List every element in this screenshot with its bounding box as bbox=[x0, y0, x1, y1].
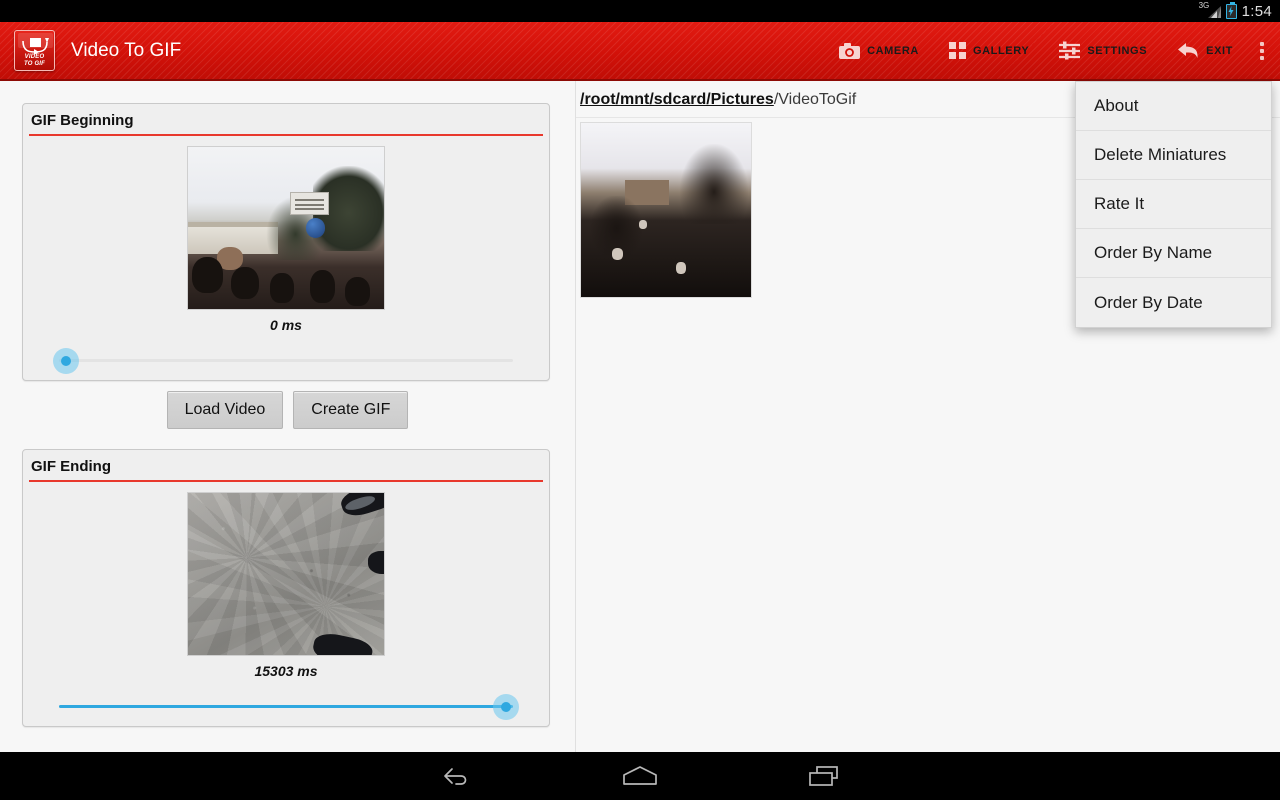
signal-bars-glyph bbox=[1207, 6, 1221, 18]
logo-text: VIDEO TO GIF bbox=[15, 54, 54, 68]
menu-item-delete-miniatures[interactable]: Delete Miniatures bbox=[1076, 131, 1271, 180]
tree-shape bbox=[591, 196, 643, 256]
gif-beginning-title: GIF Beginning bbox=[31, 112, 134, 129]
app-screen: 3G 1:54 VIDEO TO GIF Video To GIF CAMERA… bbox=[0, 0, 1280, 800]
overflow-dot bbox=[1260, 48, 1264, 53]
logo-line-2: TO GIF bbox=[23, 61, 46, 67]
crowd-thumbnail-image bbox=[581, 123, 751, 297]
action-exit-label: EXIT bbox=[1206, 44, 1233, 57]
camera-icon bbox=[839, 42, 861, 59]
slider-fill bbox=[59, 705, 513, 708]
status-clock: 1:54 bbox=[1241, 2, 1272, 20]
logo-line-1: VIDEO bbox=[24, 54, 45, 60]
battery-charging-icon bbox=[1225, 1, 1237, 19]
person-head bbox=[231, 266, 259, 300]
signal-bars-icon: 3G bbox=[1199, 2, 1221, 19]
person-head bbox=[309, 270, 335, 303]
gif-beginning-thumb-wrap bbox=[23, 146, 549, 310]
gif-ending-card: GIF Ending 15303 ms bbox=[22, 449, 550, 727]
tree-shape bbox=[679, 143, 748, 224]
create-gif-button[interactable]: Create GIF bbox=[293, 391, 409, 429]
shoe-shape bbox=[311, 629, 375, 655]
gif-ending-time: 15303 ms bbox=[254, 663, 318, 679]
person-head bbox=[191, 257, 224, 293]
gif-beginning-slider[interactable] bbox=[53, 341, 513, 381]
overflow-dot bbox=[1260, 41, 1264, 46]
action-bar-actions: CAMERA GALLERY SETTINGS EXIT bbox=[824, 22, 1280, 79]
nav-recents-icon[interactable] bbox=[796, 756, 852, 796]
sliders-icon bbox=[1059, 41, 1081, 60]
action-exit[interactable]: EXIT bbox=[1162, 22, 1248, 79]
gif-ending-slider[interactable] bbox=[59, 687, 519, 727]
grid-icon bbox=[948, 42, 966, 59]
overflow-dropdown-menu: About Delete Miniatures Rate It Order By… bbox=[1075, 81, 1272, 328]
action-settings[interactable]: SETTINGS bbox=[1044, 22, 1162, 79]
left-pane: GIF Beginning 0 ms Load Video Create GIF… bbox=[0, 81, 575, 752]
app-title: Video To GIF bbox=[71, 39, 182, 61]
highlight-shape bbox=[638, 220, 648, 230]
protest-sign-shape bbox=[289, 192, 330, 216]
ground-frame-image bbox=[188, 493, 384, 655]
action-bar: VIDEO TO GIF Video To GIF CAMERA GALLERY… bbox=[0, 22, 1280, 81]
gif-beginning-card: GIF Beginning 0 ms bbox=[22, 103, 550, 381]
nav-home-icon[interactable] bbox=[612, 756, 668, 796]
highlight-shape bbox=[676, 262, 687, 275]
back-arrow-icon bbox=[1177, 42, 1199, 59]
gif-ending-thumb-wrap bbox=[23, 492, 549, 656]
load-video-button[interactable]: Load Video bbox=[166, 391, 284, 429]
app-logo-icon: VIDEO TO GIF bbox=[14, 30, 55, 71]
action-camera-label: CAMERA bbox=[867, 44, 919, 57]
person-head bbox=[344, 276, 371, 306]
action-camera[interactable]: CAMERA bbox=[824, 22, 934, 79]
slider-track bbox=[59, 359, 513, 362]
menu-item-order-by-name[interactable]: Order By Name bbox=[1076, 229, 1271, 278]
breadcrumb-tail: /VideoToGif bbox=[773, 91, 857, 108]
nav-back-icon[interactable] bbox=[428, 756, 484, 796]
action-settings-label: SETTINGS bbox=[1087, 44, 1148, 57]
action-button-row: Load Video Create GIF bbox=[0, 391, 575, 429]
title-rule bbox=[29, 480, 543, 482]
slider-thumb[interactable] bbox=[53, 348, 79, 374]
menu-item-order-by-date[interactable]: Order By Date bbox=[1076, 278, 1271, 327]
bolt-glyph bbox=[1228, 6, 1234, 16]
balloon-shape bbox=[305, 218, 326, 238]
gif-beginning-time: 0 ms bbox=[270, 317, 302, 333]
shoe-shape bbox=[368, 551, 384, 574]
highlight-shape bbox=[611, 248, 624, 261]
overflow-dot bbox=[1260, 55, 1264, 60]
overflow-menu-icon[interactable] bbox=[1248, 22, 1280, 79]
gallery-thumbnail[interactable] bbox=[580, 122, 752, 298]
slider-thumb[interactable] bbox=[493, 694, 519, 720]
action-gallery[interactable]: GALLERY bbox=[934, 22, 1044, 79]
gif-ending-title: GIF Ending bbox=[31, 458, 111, 475]
title-rule bbox=[29, 134, 543, 136]
breadcrumb-link[interactable]: /root/mnt/sdcard/Pictures bbox=[580, 91, 774, 108]
shoe-shape bbox=[338, 493, 384, 520]
gif-ending-frame[interactable] bbox=[187, 492, 385, 656]
person-head bbox=[270, 273, 294, 303]
gif-beginning-frame[interactable] bbox=[187, 146, 385, 310]
menu-item-rate-it[interactable]: Rate It bbox=[1076, 180, 1271, 229]
action-gallery-label: GALLERY bbox=[972, 44, 1030, 57]
menu-item-about[interactable]: About bbox=[1076, 82, 1271, 131]
crowd-frame-image bbox=[188, 147, 384, 309]
system-nav-bar bbox=[0, 752, 1280, 800]
status-bar: 3G 1:54 bbox=[0, 0, 1280, 22]
status-bar-right: 3G 1:54 bbox=[1199, 1, 1280, 20]
